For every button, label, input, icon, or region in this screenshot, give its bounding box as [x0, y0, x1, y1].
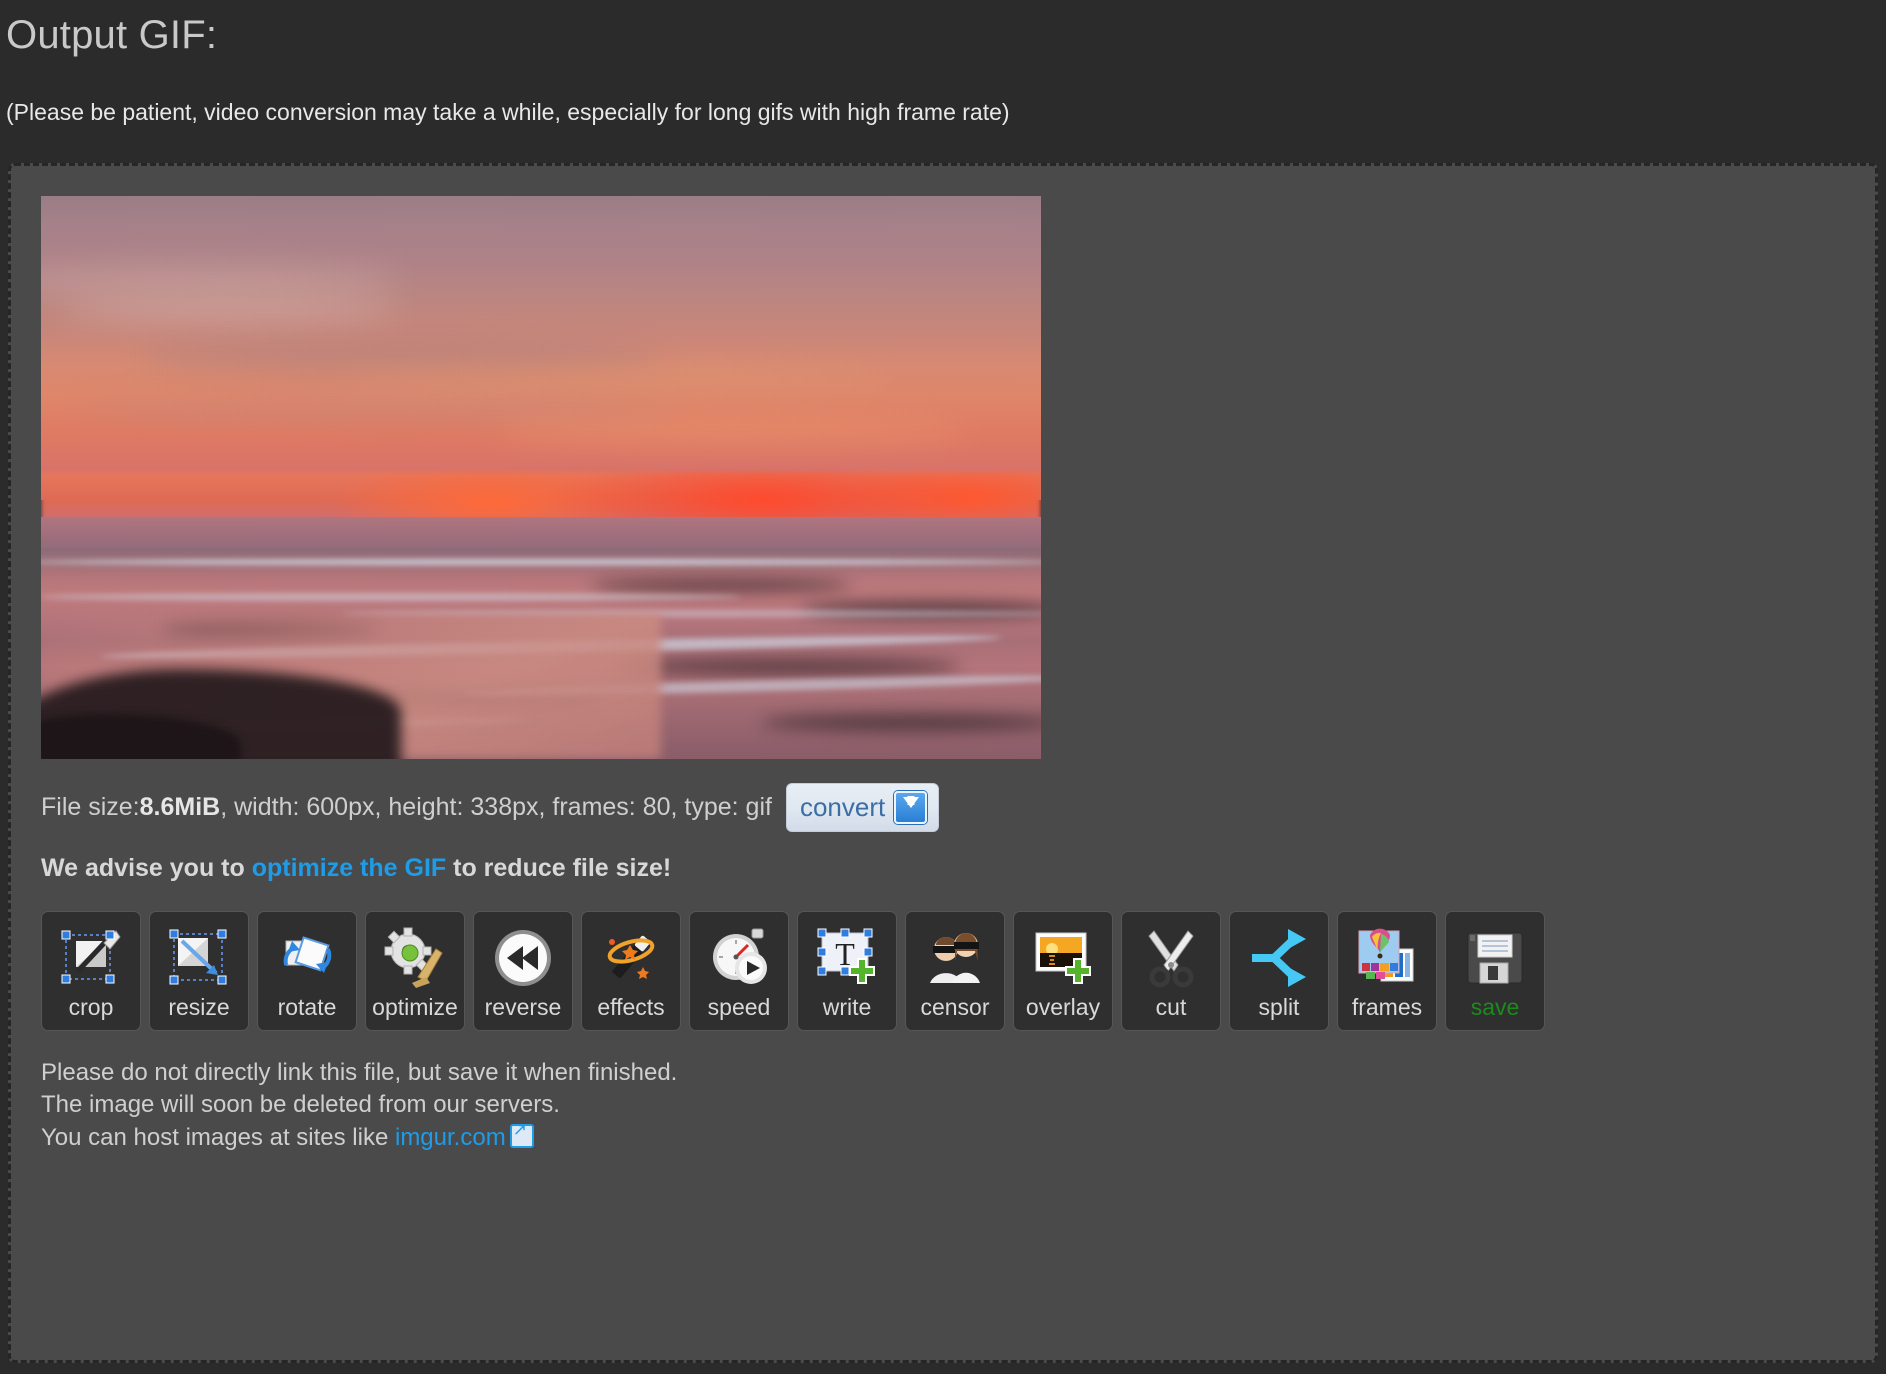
reverse-icon — [487, 922, 559, 994]
effects-icon — [595, 922, 667, 994]
tool-label: reverse — [484, 994, 562, 1020]
external-link-icon — [509, 1121, 534, 1148]
tool-split[interactable]: split — [1229, 911, 1329, 1031]
tool-resize[interactable]: resize — [149, 911, 249, 1031]
tool-label: censor — [920, 994, 990, 1020]
tool-label: cut — [1155, 994, 1187, 1020]
imgur-link[interactable]: imgur.com — [395, 1124, 506, 1151]
tool-label: rotate — [277, 994, 337, 1020]
footer-notes: Please do not directly link this file, b… — [41, 1057, 1875, 1154]
convert-button[interactable]: convert — [785, 783, 940, 832]
optimize-icon — [379, 922, 451, 994]
tool-label: speed — [707, 994, 771, 1020]
crop-icon — [55, 922, 127, 994]
cut-icon — [1135, 922, 1207, 994]
tool-label: resize — [168, 994, 230, 1020]
gif-image — [41, 196, 1041, 759]
editor-toolbar: crop resize rotate optimize reverse effe… — [41, 911, 1875, 1031]
tool-label: effects — [597, 994, 665, 1020]
write-icon: T — [811, 922, 883, 994]
footer-line-3-text: You can host images at sites like — [41, 1123, 395, 1151]
tool-frames[interactable]: frames — [1337, 911, 1437, 1031]
save-icon — [1459, 922, 1531, 994]
patience-note: (Please be patient, video conversion may… — [6, 99, 1010, 125]
download-icon — [894, 791, 928, 824]
footer-line-1: Please do not directly link this file, b… — [41, 1059, 678, 1086]
tool-label: write — [822, 994, 872, 1020]
tool-optimize[interactable]: optimize — [365, 911, 465, 1031]
tool-speed[interactable]: speed — [689, 911, 789, 1031]
result-panel: File size: 8.6MiB , width: 600px, height… — [8, 163, 1878, 1363]
advice-text-after: to reduce file size! — [446, 854, 672, 882]
tool-label: frames — [1351, 994, 1423, 1020]
optimize-gif-link[interactable]: optimize the GIF — [252, 854, 446, 882]
censor-icon — [919, 922, 991, 994]
gif-preview[interactable] — [41, 196, 1041, 759]
overlay-icon — [1027, 922, 1099, 994]
file-info-prefix: File size: — [41, 793, 140, 821]
speed-icon — [703, 922, 775, 994]
page-title: Output GIF: — [6, 13, 218, 57]
tool-write[interactable]: T write — [797, 911, 897, 1031]
tool-label: save — [1470, 994, 1520, 1020]
tool-rotate[interactable]: rotate — [257, 911, 357, 1031]
optimize-advice: We advise you to optimize the GIF to red… — [41, 854, 1875, 883]
tool-censor[interactable]: censor — [905, 911, 1005, 1031]
advice-text-before: We advise you to — [41, 854, 252, 882]
output-gif-page: Output GIF: (Please be patient, video co… — [0, 0, 1886, 1374]
convert-button-label: convert — [799, 792, 886, 822]
tool-label: overlay — [1025, 994, 1101, 1020]
tool-label: split — [1258, 994, 1300, 1020]
split-icon — [1243, 922, 1315, 994]
tool-effects[interactable]: effects — [581, 911, 681, 1031]
frames-icon — [1351, 922, 1423, 994]
file-info-row: File size: 8.6MiB , width: 600px, height… — [41, 783, 1875, 832]
tool-overlay[interactable]: overlay — [1013, 911, 1113, 1031]
file-size-value: 8.6MiB — [139, 793, 221, 821]
gif-dither-grain — [41, 196, 1041, 759]
footer-line-3: You can host images at sites like imgur.… — [41, 1121, 1875, 1154]
tool-reverse[interactable]: reverse — [473, 911, 573, 1031]
resize-icon — [163, 922, 235, 994]
rotate-icon — [271, 922, 343, 994]
tool-crop[interactable]: crop — [41, 911, 141, 1031]
tool-cut[interactable]: cut — [1121, 911, 1221, 1031]
tool-label: crop — [68, 994, 114, 1020]
tool-save[interactable]: save — [1445, 911, 1545, 1031]
tool-label: optimize — [372, 994, 458, 1020]
footer-line-2: The image will soon be deleted from our … — [41, 1091, 560, 1119]
file-info-details: , width: 600px, height: 338px, frames: 8… — [220, 793, 772, 821]
